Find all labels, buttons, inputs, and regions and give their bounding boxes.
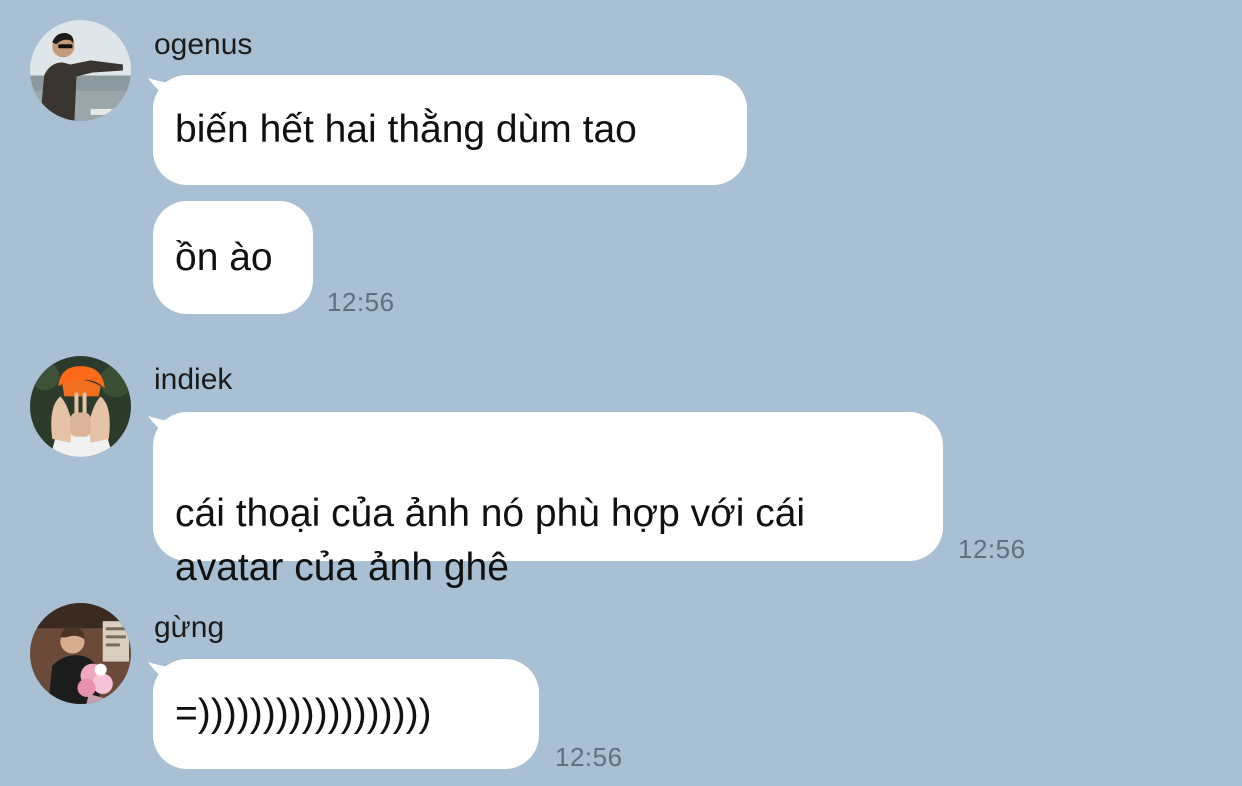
avatar-indiek[interactable] — [30, 356, 131, 457]
avatar-ogenus[interactable] — [30, 20, 131, 121]
person-pointing-seaside-avatar-icon — [30, 20, 131, 121]
message-bubble[interactable]: biến hết hai thằng dùm tao — [153, 75, 747, 185]
message-bubble[interactable]: cái thoại của ảnh nó phù hợp với cái ava… — [153, 412, 943, 589]
message-bubble[interactable]: ồn ào — [153, 201, 313, 314]
message-text: =)))))))))))))))))) — [175, 692, 432, 735]
person-with-flowers-avatar-icon — [30, 603, 131, 704]
sender-name: gừng — [154, 611, 225, 644]
message-text: biến hết hai thằng dùm tao — [175, 108, 637, 151]
sender-name: ogenus — [154, 28, 253, 61]
orange-hair-hands-avatar-icon — [30, 356, 131, 457]
message-bubble[interactable]: =)))))))))))))))))) — [153, 659, 539, 769]
sender-name: indiek — [154, 363, 233, 396]
message-text: cái thoại của ảnh nó phù hợp với cái ava… — [175, 492, 806, 589]
message-timestamp: 12:56 — [958, 534, 1026, 564]
message-text: ồn ào — [175, 236, 273, 279]
message-timestamp: 12:56 — [555, 742, 623, 772]
avatar-gung[interactable] — [30, 603, 131, 704]
message-timestamp: 12:56 — [327, 287, 395, 317]
